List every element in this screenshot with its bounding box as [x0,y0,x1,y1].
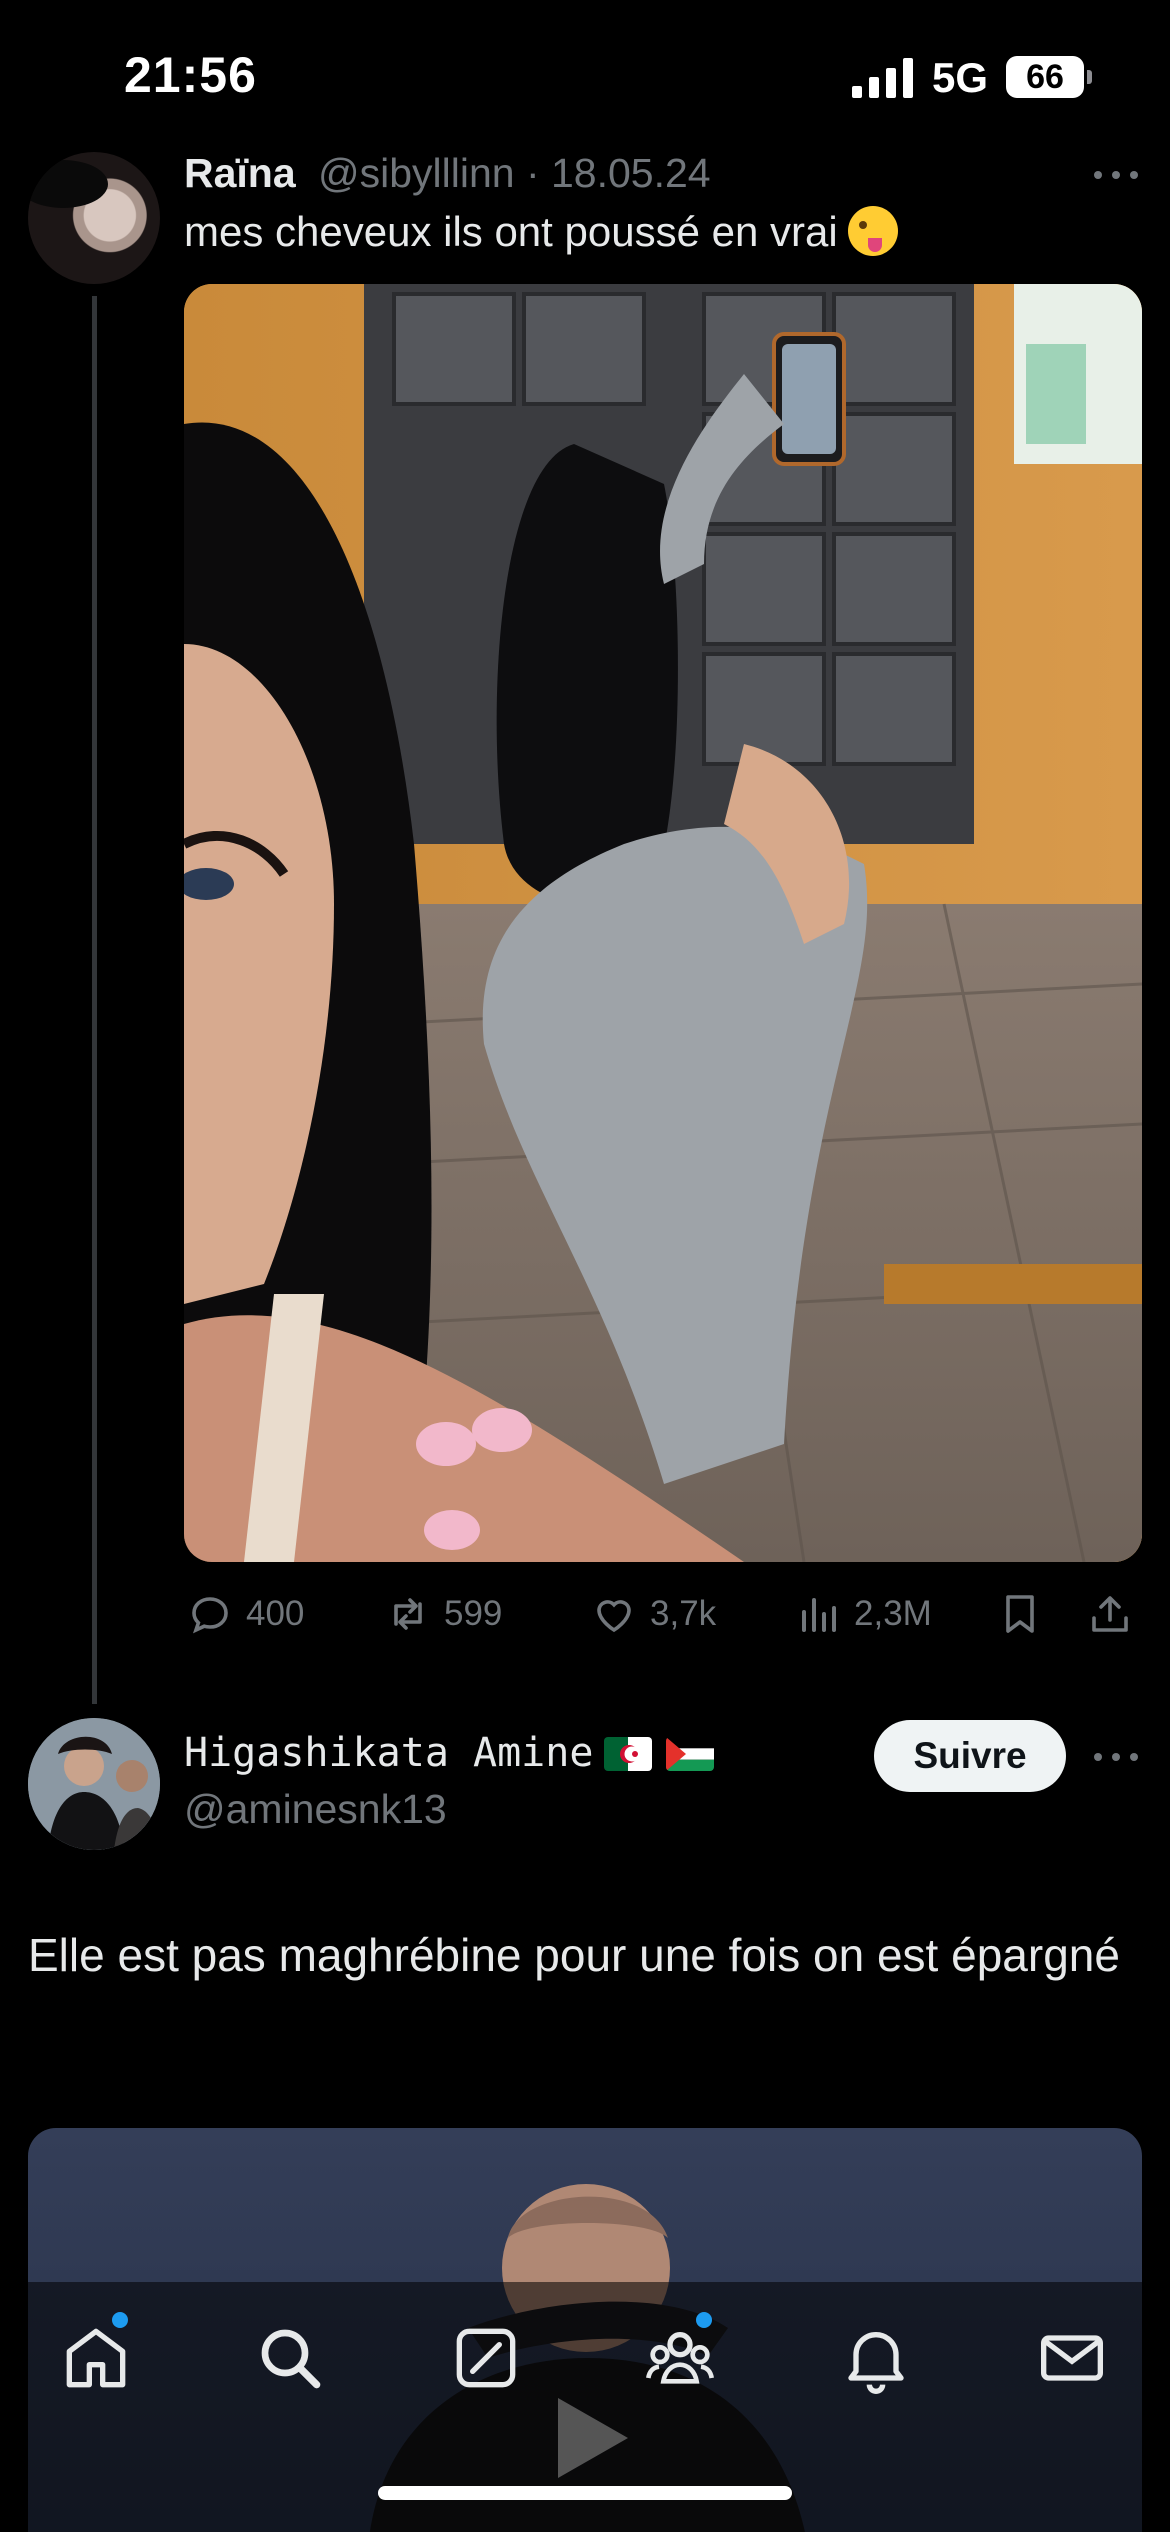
like-count: 3,7k [650,1594,717,1633]
more-options-icon[interactable] [1092,164,1140,184]
reply-text: Elle est pas maghrébine pour une fois on… [28,1929,1120,1981]
author-name[interactable]: Raïna [184,150,296,197]
views-button[interactable]: 2,3M [794,1584,932,1644]
home-notification-dot [112,2312,128,2328]
author-avatar[interactable] [28,152,160,284]
status-bar: 21:56 5G 66 [0,0,1170,150]
views-chart-icon [802,1598,836,1632]
mirror-selfie-image [184,284,1142,1562]
bookmark-button[interactable] [996,1584,1044,1644]
home-icon[interactable] [56,2318,136,2398]
communities-notification-dot [696,2312,712,2328]
like-button[interactable]: 3,7k [590,1584,716,1644]
messages-icon[interactable] [1032,2318,1112,2398]
reply-more-options-icon[interactable] [1092,1746,1140,1766]
reply-author-avatar[interactable] [28,1718,160,1850]
tweet-actions: 400 599 3,7k 2,3M [184,1584,1142,1644]
winking-tongue-emoji-icon [847,206,898,256]
battery-icon: 66 [1006,56,1084,98]
search-icon[interactable] [250,2318,330,2398]
repost-button[interactable]: 599 [384,1584,502,1644]
reply-author-name[interactable]: Higashikata Amine [184,1730,593,1776]
status-time: 21:56 [124,47,257,103]
bookmark-icon [1006,1595,1034,1633]
tweet-text-content: mes cheveux ils ont poussé en vrai [184,208,838,255]
cellular-signal-icon [852,58,913,98]
communities-icon[interactable] [640,2318,720,2398]
views-count: 2,3M [854,1594,932,1633]
reply-icon [192,1597,228,1634]
reply-author-handle[interactable]: @aminesnk13 [184,1786,447,1833]
tweet-photo[interactable] [184,284,1142,1562]
repost-icon [394,1598,422,1630]
home-indicator [378,2486,792,2500]
network-type: 5G [932,54,989,101]
share-button[interactable] [1086,1584,1134,1644]
avatar-image [28,1718,160,1850]
repost-count: 599 [444,1594,503,1633]
share-icon [1092,1596,1128,1632]
author-handle-date[interactable]: @sibylllinn · 18.05.24 [318,150,711,197]
palestine-flag-icon [666,1737,714,1771]
notifications-icon[interactable] [836,2318,916,2398]
grok-icon[interactable] [446,2318,526,2398]
heart-icon [597,1600,631,1633]
reply-count: 400 [246,1594,305,1633]
follow-button[interactable]: Suivre [874,1720,1066,1792]
battery-tip [1087,70,1092,84]
tweet-text: mes cheveux ils ont poussé en vrai [184,206,898,256]
algeria-flag-icon [604,1737,652,1771]
reply-button[interactable]: 400 [186,1584,304,1644]
thread-line [92,296,97,1704]
